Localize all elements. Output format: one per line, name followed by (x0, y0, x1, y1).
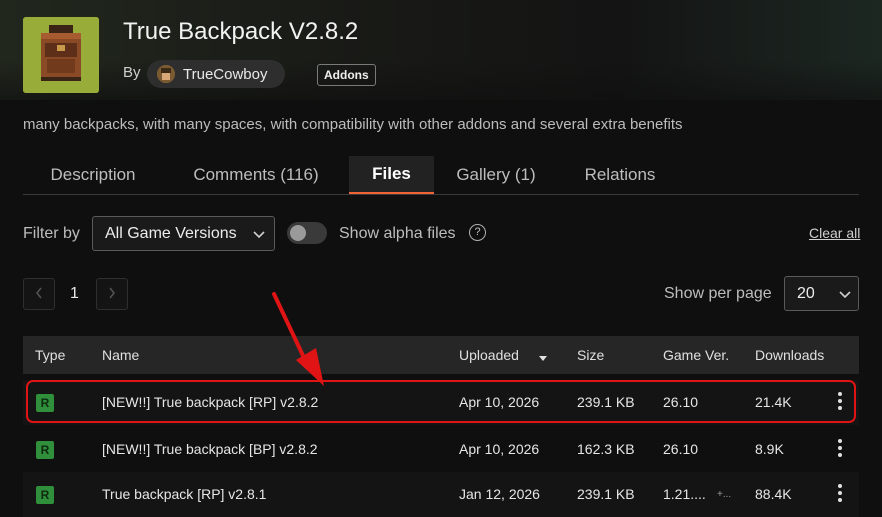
backpack-icon (23, 17, 99, 93)
author-avatar (157, 65, 175, 83)
file-uploaded: Jan 12, 2026 (459, 486, 540, 502)
file-name[interactable]: [NEW!!] True backpack [BP] v2.8.2 (102, 441, 318, 457)
header-type[interactable]: Type (35, 347, 65, 363)
header-size[interactable]: Size (577, 347, 604, 363)
category-tag[interactable]: Addons (317, 64, 376, 86)
table-row[interactable]: R [NEW!!] True backpack [BP] v2.8.2 Apr … (23, 427, 859, 472)
file-size: 162.3 KB (577, 441, 635, 457)
file-uploaded: Apr 10, 2026 (459, 441, 540, 457)
header-game-version[interactable]: Game Ver. (663, 347, 729, 363)
alpha-files-toggle[interactable] (287, 222, 327, 244)
files-table-header: Type Name Uploaded Size Game Ver. Downlo… (23, 336, 859, 374)
file-downloads: 8.9K (755, 441, 784, 457)
project-summary: many backpacks, with many spaces, with c… (23, 116, 683, 133)
file-size: 239.1 KB (577, 486, 635, 502)
chevron-down-icon (244, 226, 274, 242)
project-title: True Backpack V2.8.2 (123, 18, 359, 45)
project-thumbnail[interactable] (23, 17, 99, 93)
game-version-select[interactable]: All Game Versions (92, 216, 275, 251)
clear-all-link[interactable]: Clear all (809, 225, 860, 241)
tab-relations[interactable]: Relations (558, 156, 682, 194)
table-row[interactable]: R True backpack [RP] v2.8.1 Jan 12, 2026… (23, 472, 859, 517)
project-tabs: Description Comments (116) Files Gallery… (23, 156, 859, 195)
file-game-version: 26.10 (663, 441, 699, 457)
per-page-value: 20 (797, 284, 815, 302)
sort-desc-icon[interactable] (538, 350, 548, 368)
tab-description[interactable]: Description (23, 156, 163, 194)
toggle-knob (290, 225, 306, 241)
tab-comments[interactable]: Comments (116) (163, 156, 349, 194)
question-circle-icon[interactable]: ? (469, 224, 486, 241)
file-downloads: 88.4K (755, 486, 792, 502)
release-type-badge: R (36, 486, 54, 504)
file-game-version: 1.21.... (663, 486, 706, 502)
header-name[interactable]: Name (102, 347, 139, 363)
more-options-icon[interactable] (836, 437, 844, 461)
file-name[interactable]: True backpack [RP] v2.8.1 (102, 486, 266, 502)
more-game-versions[interactable]: +... (717, 489, 731, 500)
prev-page-button[interactable] (23, 278, 55, 310)
chevron-down-icon (832, 286, 858, 302)
by-label: By (123, 64, 141, 81)
release-type-badge: R (36, 441, 54, 459)
chevron-left-icon (36, 287, 42, 299)
per-page-select[interactable]: 20 (784, 276, 859, 311)
tab-files[interactable]: Files (349, 156, 434, 194)
author-link[interactable]: TrueCowboy (147, 60, 285, 88)
tab-gallery[interactable]: Gallery (1) (434, 156, 558, 194)
header-downloads[interactable]: Downloads (755, 347, 824, 363)
alpha-files-label: Show alpha files (339, 225, 456, 242)
annotation-arrow (272, 292, 324, 386)
current-page-number[interactable]: 1 (70, 285, 79, 303)
highlight-box (26, 380, 856, 423)
filter-label: Filter by (23, 225, 80, 242)
per-page-label: Show per page (664, 285, 772, 302)
game-version-value: All Game Versions (105, 224, 237, 242)
more-options-icon[interactable] (836, 482, 844, 506)
author-name: TrueCowboy (183, 65, 268, 83)
header-uploaded[interactable]: Uploaded (459, 347, 519, 363)
chevron-right-icon (109, 287, 115, 299)
next-page-button[interactable] (96, 278, 128, 310)
